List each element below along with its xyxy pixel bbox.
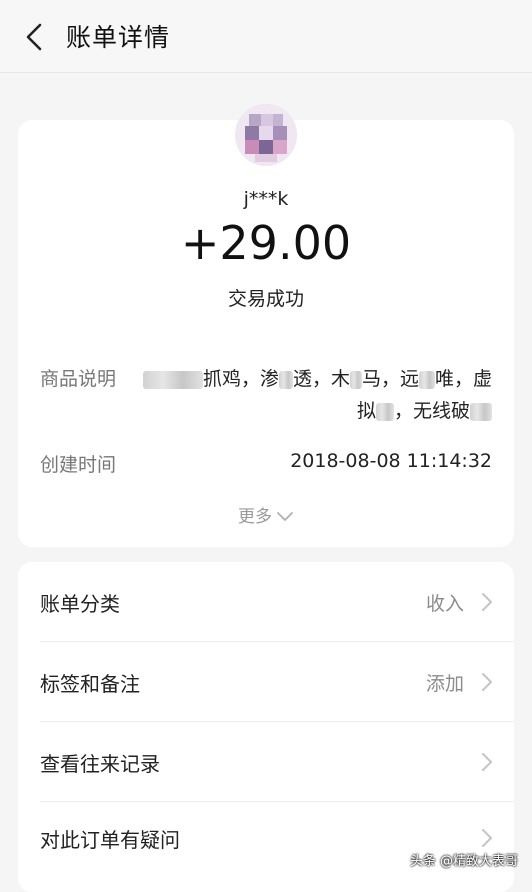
order-question-label: 对此订单有疑问: [40, 828, 180, 852]
redacted-text: [470, 402, 492, 421]
back-arrow-icon[interactable]: [22, 22, 50, 52]
redacted-text: [375, 402, 394, 421]
created-time-value: 2018-08-08 11:14:32: [290, 450, 492, 472]
redacted-text: [142, 370, 203, 389]
redacted-text: [418, 370, 435, 389]
tags-notes-value: 添加: [425, 673, 464, 695]
bill-category-label: 账单分类: [40, 592, 120, 616]
redacted-text: [349, 370, 362, 389]
tags-notes-row[interactable]: 标签和备注 添加: [18, 642, 514, 722]
transaction-summary-card: j***k +29.00 交易成功 商品说明 抓鸡，渗 透，木 马，远 唯，虚 拟，无…: [18, 104, 514, 547]
product-description-value-line2: 拟，无线破: [357, 396, 492, 423]
transaction-status: 交易成功: [227, 288, 304, 310]
transaction-actions-card: 账单分类 收入 标签和备注 添加 查看往来记录 对此订单有疑问: [18, 562, 514, 892]
chevron-right-icon: [482, 753, 492, 771]
transaction-amount: +29.00: [180, 216, 352, 270]
more-toggle[interactable]: 更多: [18, 502, 514, 527]
chevron-right-icon: [482, 593, 492, 611]
bill-category-row[interactable]: 账单分类 收入: [18, 562, 514, 642]
created-time-label: 创建时间: [40, 454, 117, 476]
chevron-right-icon: [482, 829, 492, 847]
product-description-value-line1: 抓鸡，渗 透，木 马，远 唯，虚: [142, 364, 492, 391]
counterparty-username: j***k: [243, 188, 289, 210]
watermark: 头条 @精致大表哥: [409, 854, 518, 869]
chevron-down-icon: [277, 512, 293, 521]
page-title: 账单详情: [66, 23, 171, 52]
bill-category-value: 收入: [425, 593, 464, 615]
redacted-text: [278, 370, 293, 389]
tags-notes-label: 标签和备注: [40, 672, 140, 696]
chevron-right-icon: [482, 673, 492, 691]
transaction-history-row[interactable]: 查看往来记录: [18, 722, 514, 802]
transaction-history-label: 查看往来记录: [40, 752, 160, 776]
product-description-label: 商品说明: [40, 368, 117, 390]
more-label: 更多: [238, 507, 272, 527]
avatar[interactable]: [235, 104, 297, 166]
top-nav-bar: 账单详情: [0, 0, 532, 73]
